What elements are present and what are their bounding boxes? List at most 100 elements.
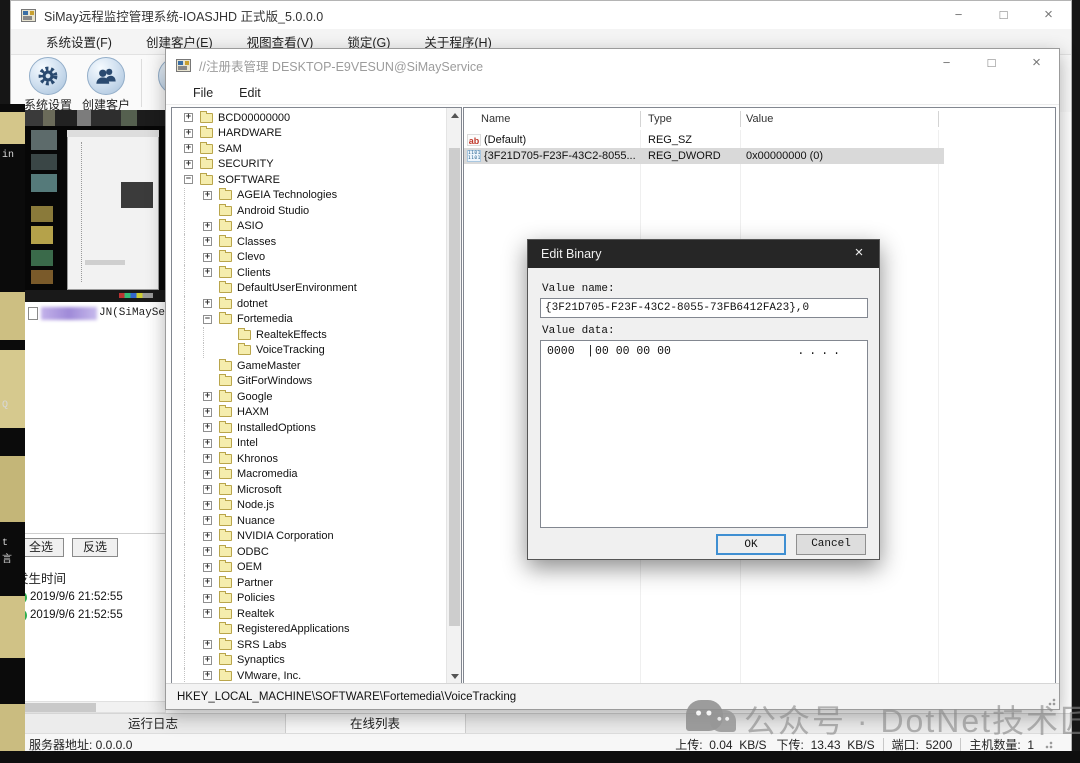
expand-icon[interactable]: + [184,160,193,169]
tree-item[interactable]: +OEM [172,560,445,576]
scrollbar-thumb[interactable] [449,148,460,626]
expand-icon[interactable]: + [203,191,212,200]
toolbar-button-1[interactable]: 系统设置 [19,57,77,113]
client-list-item[interactable]: JN(SiMaySe [25,302,165,324]
expand-icon[interactable]: + [203,299,212,308]
tree-item[interactable]: +AGEIA Technologies [172,188,445,204]
client-checkbox[interactable] [28,307,38,320]
registry-value-row[interactable]: 1101 1101{3F21D705-F23F-43C2-8055...REG_… [464,148,1055,164]
expand-icon[interactable]: + [203,547,212,556]
tab-run-log[interactable]: 运行日志 [21,714,285,734]
expand-icon[interactable]: + [203,253,212,262]
tree-item[interactable]: +NVIDIA Corporation [172,529,445,545]
tree-item[interactable]: +SECURITY [172,157,445,173]
tree-item[interactable]: GitForWindows [172,374,445,390]
tree-item[interactable]: +SAM [172,141,445,157]
expand-icon[interactable]: + [184,144,193,153]
tree-item[interactable]: +BCD00000000 [172,110,445,126]
menu-item[interactable]: 系统设置(F) [29,32,129,51]
tree-item[interactable]: +Khronos [172,451,445,467]
tree-item[interactable]: −SOFTWARE [172,172,445,188]
tree-item[interactable]: +Nuance [172,513,445,529]
expand-icon[interactable]: + [203,640,212,649]
tree-item[interactable]: +ASIO [172,219,445,235]
maximize-icon[interactable]: □ [981,1,1026,29]
value-name-field[interactable]: {3F21D705-F23F-43C2-8055-73FB6412FA23},0 [540,298,868,318]
tree-item[interactable]: Android Studio [172,203,445,219]
expand-icon[interactable]: + [203,671,212,680]
event-item[interactable]: ✓2019/9/6 21:52:55 [14,588,164,606]
scroll-up-icon[interactable] [447,108,462,123]
cancel-button[interactable]: Cancel [796,534,866,555]
close-icon[interactable]: × [849,240,869,268]
tree-item[interactable]: +dotnet [172,296,445,312]
tree-item[interactable]: VoiceTracking [172,343,445,359]
expand-icon[interactable]: + [203,392,212,401]
expand-icon[interactable]: + [203,532,212,541]
horizontal-scrollbar[interactable] [11,701,166,713]
tree-item[interactable]: +Microsoft [172,482,445,498]
menu-item[interactable]: File [180,86,226,100]
expand-icon[interactable]: + [203,516,212,525]
tree-item[interactable]: RegisteredApplications [172,622,445,638]
tree-item[interactable]: +InstalledOptions [172,420,445,436]
minimize-icon[interactable]: − [924,49,969,77]
tree-item[interactable]: +ODBC [172,544,445,560]
toolbar-button-2[interactable]: 创建客户 [77,57,135,113]
tree-item[interactable]: DefaultUserEnvironment [172,281,445,297]
expand-icon[interactable]: + [203,454,212,463]
expand-icon[interactable]: + [203,237,212,246]
expand-icon[interactable]: + [203,470,212,479]
client-screen-thumbnail[interactable] [25,110,165,302]
tree-item[interactable]: +Synaptics [172,653,445,669]
invert-select-button[interactable]: 反选 [72,538,118,557]
expand-icon[interactable]: + [203,609,212,618]
column-header-type[interactable]: Type [648,108,672,130]
tree-item[interactable]: +Realtek [172,606,445,622]
ok-button[interactable]: OK [716,534,786,555]
expand-icon[interactable]: + [184,129,193,138]
tree-item[interactable]: +Clevo [172,250,445,266]
scroll-down-icon[interactable] [447,669,462,684]
maximize-icon[interactable]: □ [969,49,1014,77]
expand-icon[interactable]: + [203,485,212,494]
vertical-scrollbar[interactable] [446,108,461,684]
tree-item[interactable]: +HARDWARE [172,126,445,142]
tree-item[interactable]: +Intel [172,436,445,452]
scrollbar-thumb[interactable] [24,703,96,712]
expand-icon[interactable]: + [203,578,212,587]
collapse-icon[interactable]: − [203,315,212,324]
tab-online-list[interactable]: 在线列表 [285,714,465,734]
event-item[interactable]: ✓2019/9/6 21:52:55 [14,606,164,624]
collapse-icon[interactable]: − [184,175,193,184]
tree-item[interactable]: +HAXM [172,405,445,421]
expand-icon[interactable]: + [203,408,212,417]
expand-icon[interactable]: + [203,563,212,572]
expand-icon[interactable]: + [203,594,212,603]
tree-item[interactable]: +Google [172,389,445,405]
expand-icon[interactable]: + [203,268,212,277]
expand-icon[interactable]: + [203,656,212,665]
tree-item[interactable]: −Fortemedia [172,312,445,328]
expand-icon[interactable]: + [203,423,212,432]
tree-item[interactable]: GameMaster [172,358,445,374]
menu-item[interactable]: Edit [226,86,274,100]
close-icon[interactable]: × [1026,1,1071,29]
expand-icon[interactable]: + [203,501,212,510]
tree-item[interactable]: +VMware, Inc. [172,668,445,684]
expand-icon[interactable]: + [184,113,193,122]
expand-icon[interactable]: + [203,222,212,231]
resize-grip[interactable] [1047,697,1056,706]
tree-item[interactable]: +Classes [172,234,445,250]
value-data-editor[interactable]: 0000 | 00 00 00 00 .... [540,340,868,528]
minimize-icon[interactable]: − [936,1,981,29]
expand-icon[interactable]: + [203,439,212,448]
resize-grip[interactable] [1044,740,1053,749]
tree-item[interactable]: +SRS Labs [172,637,445,653]
registry-value-row[interactable]: ab(Default)REG_SZ [464,132,1055,148]
tree-item[interactable]: +Partner [172,575,445,591]
tree-item[interactable]: RealtekEffects [172,327,445,343]
tree-item[interactable]: +Node.js [172,498,445,514]
column-header-value[interactable]: Value [746,108,773,130]
tree-item[interactable]: +Policies [172,591,445,607]
